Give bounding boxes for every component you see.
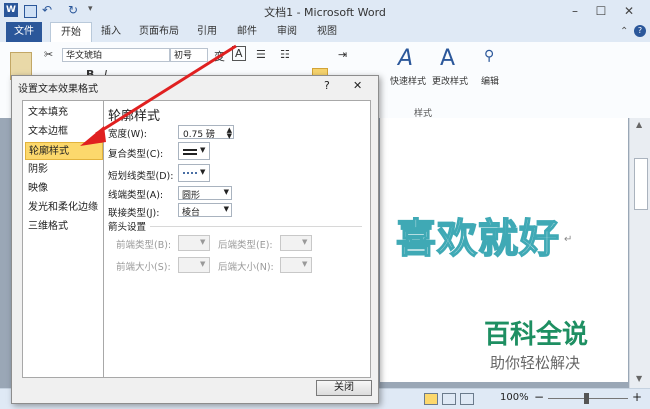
annotation-arrow-head bbox=[80, 126, 106, 146]
annotation-arrow-shaft bbox=[95, 44, 237, 136]
annotation-arrow bbox=[80, 44, 237, 146]
